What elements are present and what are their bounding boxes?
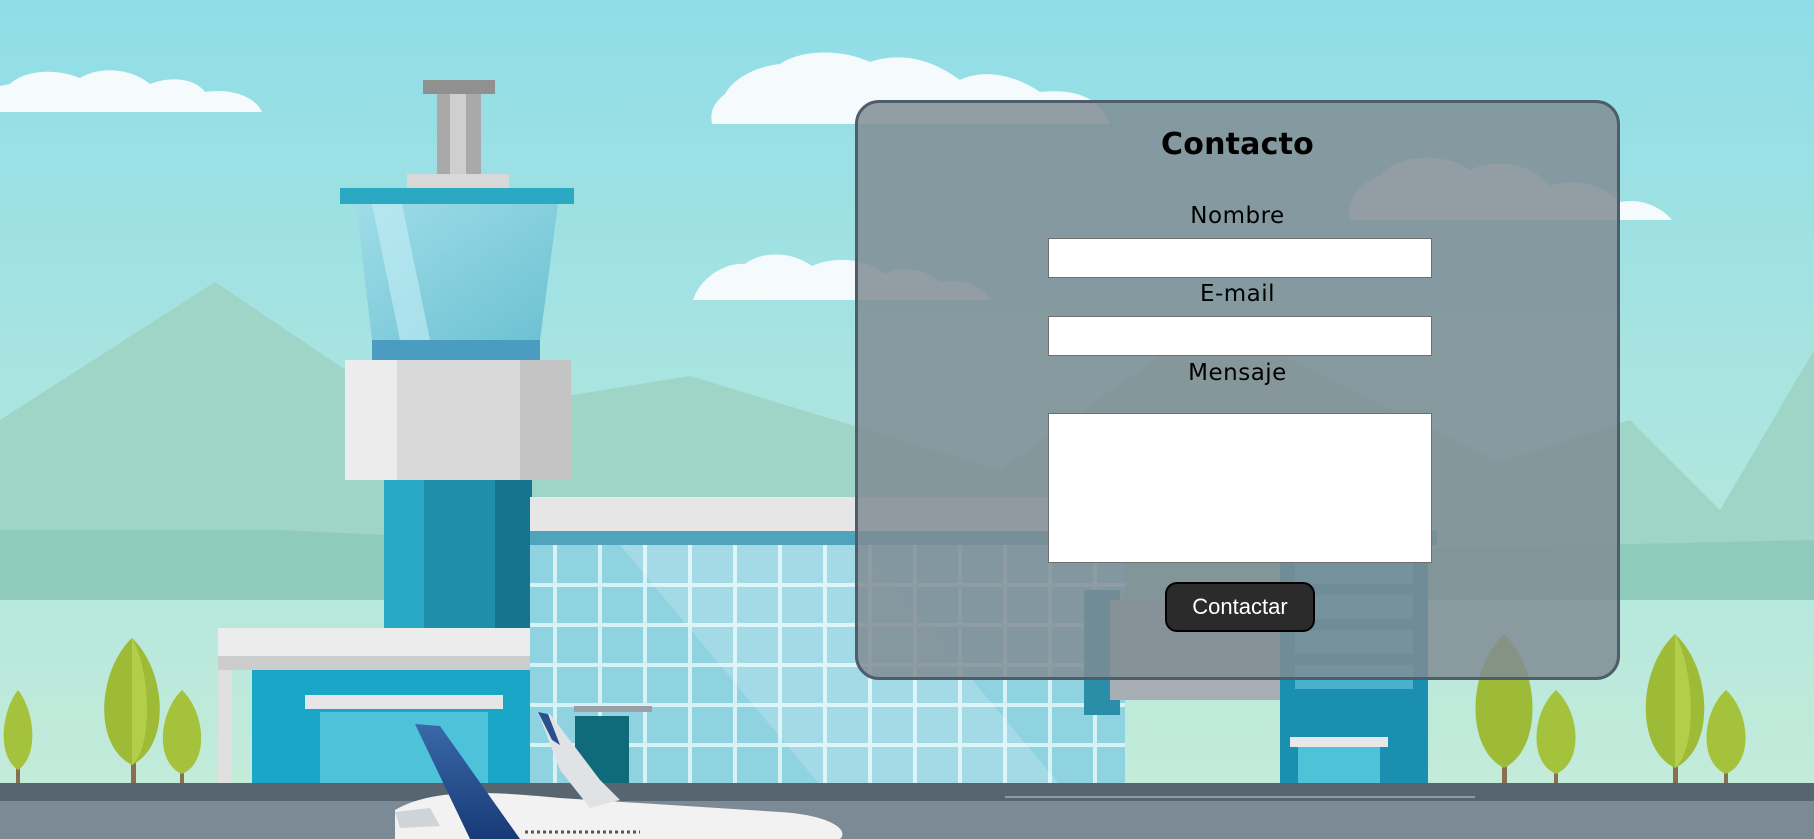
contact-form: Contacto Nombre E-mail Mensaje Contactar bbox=[855, 100, 1620, 680]
message-textarea[interactable] bbox=[1048, 413, 1432, 563]
name-input[interactable] bbox=[1048, 238, 1432, 278]
runway bbox=[0, 801, 1814, 839]
contactar-button[interactable]: Contactar bbox=[1165, 582, 1315, 632]
email-input[interactable] bbox=[1048, 316, 1432, 356]
runway-edge bbox=[0, 783, 1814, 801]
contact-title: Contacto bbox=[1161, 127, 1314, 162]
name-label: Nombre bbox=[1190, 203, 1285, 229]
message-label: Mensaje bbox=[1188, 360, 1287, 386]
email-label: E-mail bbox=[1199, 281, 1276, 307]
